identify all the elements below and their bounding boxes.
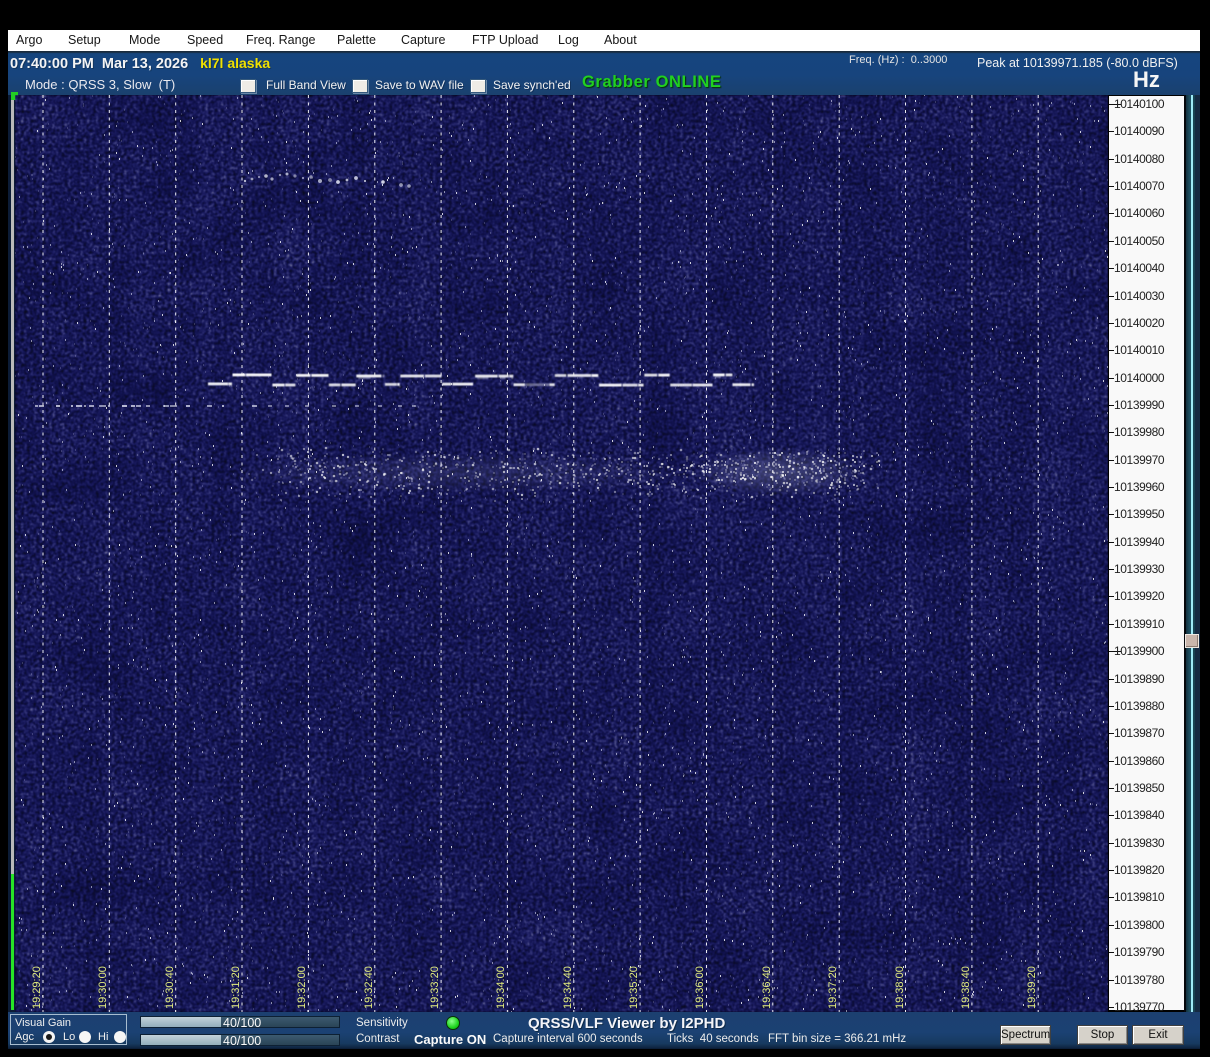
svg-text:19:34:40: 19:34:40 xyxy=(562,966,574,1009)
svg-text:19:38:00: 19:38:00 xyxy=(894,966,906,1009)
svg-text:19:36:40: 19:36:40 xyxy=(761,966,773,1009)
svg-text:19:31:20: 19:31:20 xyxy=(230,966,242,1009)
svg-text:19:33:20: 19:33:20 xyxy=(429,966,441,1009)
svg-text:19:32:00: 19:32:00 xyxy=(296,966,308,1009)
svg-text:19:34:00: 19:34:00 xyxy=(495,966,507,1009)
svg-text:19:29:20: 19:29:20 xyxy=(31,966,43,1009)
svg-text:19:32:40: 19:32:40 xyxy=(363,966,375,1009)
svg-text:19:36:00: 19:36:00 xyxy=(694,966,706,1009)
svg-text:19:30:00: 19:30:00 xyxy=(97,966,109,1009)
svg-text:19:37:20: 19:37:20 xyxy=(827,966,839,1009)
svg-text:19:35:20: 19:35:20 xyxy=(628,966,640,1009)
svg-text:19:38:40: 19:38:40 xyxy=(960,966,972,1009)
svg-text:19:30:40: 19:30:40 xyxy=(164,966,176,1009)
svg-text:19:39:20: 19:39:20 xyxy=(1026,966,1038,1009)
